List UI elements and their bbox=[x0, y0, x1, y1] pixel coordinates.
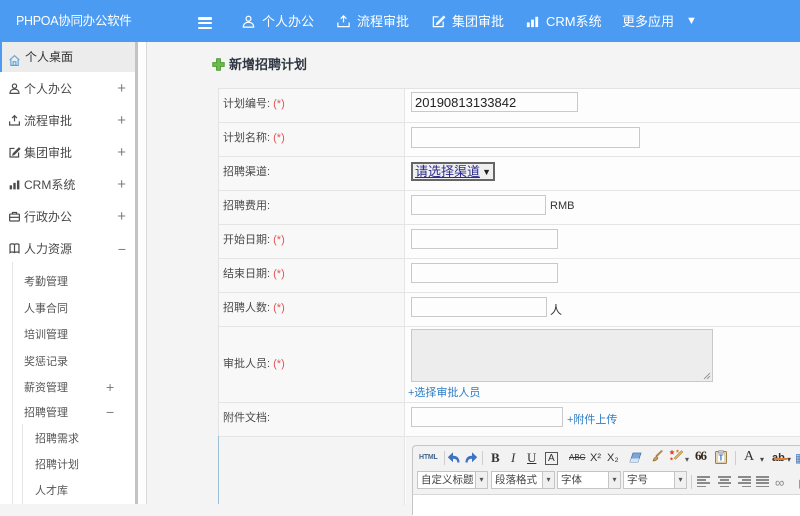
svg-text:T: T bbox=[719, 454, 724, 463]
